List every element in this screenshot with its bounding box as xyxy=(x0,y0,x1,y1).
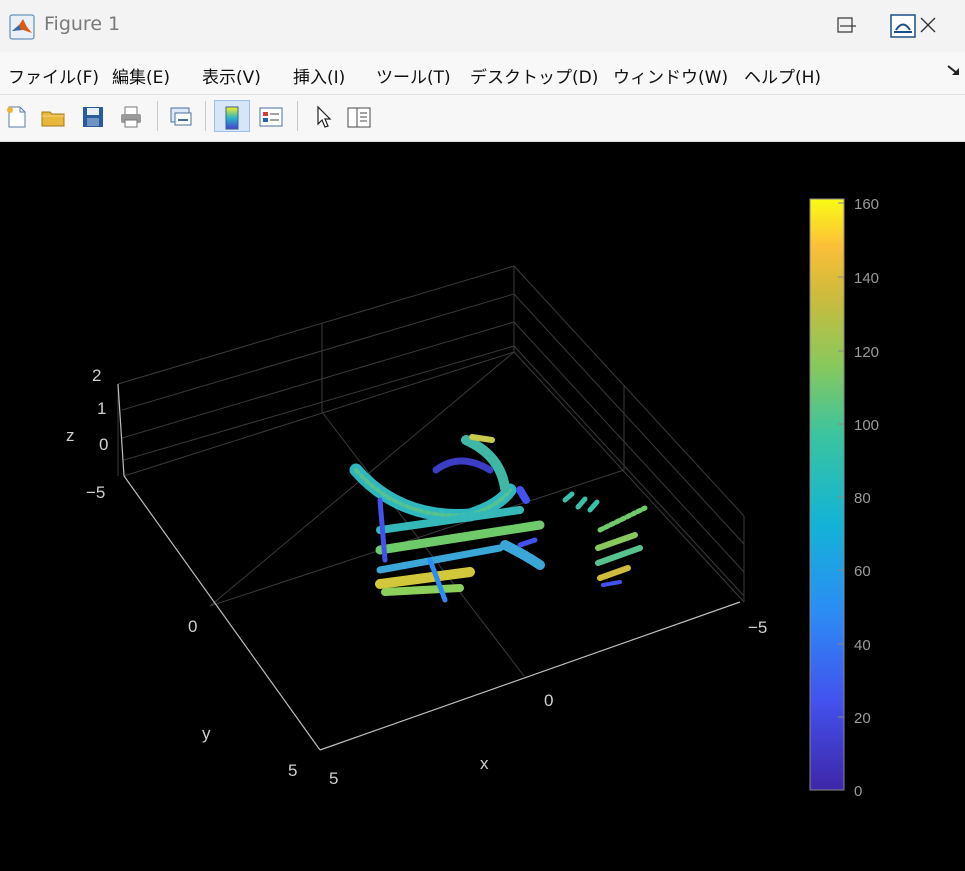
colorbar[interactable] xyxy=(809,198,845,791)
title-bar: Figure 1 xyxy=(0,0,965,52)
colorbar-icon xyxy=(225,106,239,130)
x-tick-label: 0 xyxy=(544,691,553,710)
printer-icon xyxy=(121,106,141,128)
menu-view[interactable]: 表示(V) xyxy=(202,63,261,88)
z-axis-label: z xyxy=(66,426,75,445)
y-tick-label: 0 xyxy=(188,617,197,636)
y-axis-label: y xyxy=(202,724,211,743)
figure-canvas[interactable]: 2 1 0 −5 0 5 5 0 −5 z y x 160 140 120 10… xyxy=(0,141,965,867)
print-figure-button[interactable] xyxy=(116,100,146,132)
save-icon xyxy=(83,107,103,127)
menu-help[interactable]: ヘルプ(H) xyxy=(744,63,821,88)
new-file-icon xyxy=(7,106,26,128)
open-file-button[interactable] xyxy=(38,100,68,132)
menu-bar: ファイル(F) 編集(E) 表示(V) 挿入(I) ツール(T) デスクトップ(… xyxy=(0,52,965,94)
matlab-logo-icon xyxy=(9,14,35,40)
close-button[interactable] xyxy=(912,10,952,42)
maximize-button[interactable] xyxy=(826,10,866,42)
z-tick-label: 0 xyxy=(99,435,108,454)
colorbar-tick-label: 40 xyxy=(854,637,871,654)
colorbar-tick-label: 80 xyxy=(854,490,871,507)
link-figure-icon xyxy=(170,107,192,126)
window-title: Figure 1 xyxy=(44,13,121,35)
colorbar-tick-label: 160 xyxy=(854,196,879,213)
menu-desktop[interactable]: デスクトップ(D) xyxy=(470,63,598,88)
legend-icon xyxy=(259,107,283,127)
colorbar-tick-label: 100 xyxy=(854,417,879,434)
folder-icon xyxy=(41,111,65,127)
menu-insert[interactable]: 挿入(I) xyxy=(293,63,345,88)
axes-3d[interactable]: 2 1 0 −5 0 5 5 0 −5 z y x 160 140 120 10… xyxy=(0,141,965,867)
y-tick-label: 5 xyxy=(288,761,297,780)
insert-colorbar-button[interactable] xyxy=(214,100,250,132)
link-figure-button[interactable] xyxy=(166,100,196,132)
property-panel-icon xyxy=(347,107,371,128)
property-inspector-button[interactable] xyxy=(344,100,374,132)
menu-file[interactable]: ファイル(F) xyxy=(8,63,99,88)
colorbar-tick-label: 140 xyxy=(854,270,879,287)
x-tick-label: 5 xyxy=(329,769,338,788)
insert-legend-button[interactable] xyxy=(256,100,286,132)
edit-plot-button[interactable] xyxy=(308,100,338,132)
z-tick-label: −5 xyxy=(86,483,105,502)
toolbar-separator xyxy=(205,101,206,131)
menu-window[interactable]: ウィンドウ(W) xyxy=(613,63,728,88)
save-figure-button[interactable] xyxy=(78,100,108,132)
maximize-icon xyxy=(837,17,853,33)
colorbar-tick-label: 120 xyxy=(854,344,879,361)
axes-box xyxy=(117,265,745,677)
x-axis-label: x xyxy=(480,754,489,773)
figure-toolbar xyxy=(0,94,965,142)
point-cloud xyxy=(349,434,648,603)
toolbar-separator xyxy=(157,101,158,131)
colorbar-tick-label: 60 xyxy=(854,563,871,580)
colorbar-tick-label: 0 xyxy=(854,783,862,800)
colorbar-tick-label: 20 xyxy=(854,710,871,727)
dock-arrow-icon[interactable] xyxy=(945,62,963,80)
x-tick-label: −5 xyxy=(748,618,767,637)
z-tick-label: 1 xyxy=(97,399,106,418)
menu-edit[interactable]: 編集(E) xyxy=(112,63,170,88)
arrow-cursor-icon xyxy=(317,105,332,128)
close-icon xyxy=(920,17,936,33)
new-figure-button[interactable] xyxy=(2,100,32,132)
z-tick-label: 2 xyxy=(92,366,101,385)
menu-tools[interactable]: ツール(T) xyxy=(376,63,451,88)
toolbar-separator xyxy=(297,101,298,131)
